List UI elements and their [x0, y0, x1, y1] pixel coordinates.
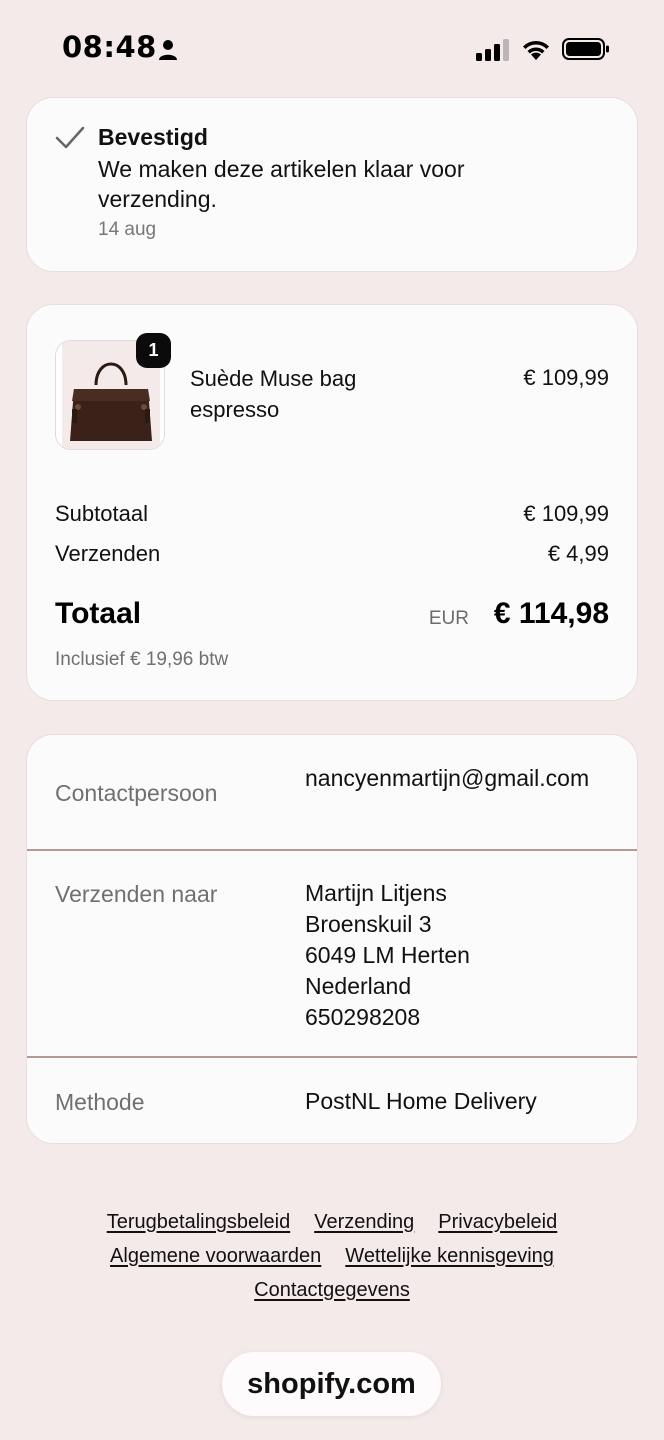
terms-link[interactable]: Algemene voorwaarden	[110, 1245, 321, 1268]
status-time: 08:48	[62, 30, 157, 64]
total-currency: EUR	[428, 608, 469, 629]
address-name: Martijn Litjens	[305, 880, 447, 906]
person-icon	[159, 40, 177, 60]
total-value: € 114,98	[493, 597, 609, 630]
refund-policy-link[interactable]: Terugbetalingsbeleid	[107, 1211, 290, 1234]
wifi-icon	[523, 40, 549, 60]
total-label: Totaal	[55, 597, 142, 630]
divider	[27, 849, 637, 851]
address-country: Nederland	[305, 973, 412, 999]
confirmation-title: Bevestigd	[98, 124, 208, 150]
ship-to-label: Verzenden naar	[55, 881, 218, 907]
order-summary-card: 1 Suède Muse bag espresso € 109,99 Subto…	[27, 305, 637, 700]
address-phone: 650298208	[305, 1004, 421, 1030]
shipping-address: Martijn Litjens Broenskuil 3 6049 LM Her…	[305, 878, 615, 1033]
quantity-badge: 1	[136, 333, 171, 368]
shipping-policy-link[interactable]: Verzending	[314, 1211, 414, 1234]
address-street: Broenskuil 3	[305, 911, 432, 937]
product-price: € 109,99	[523, 365, 609, 390]
tax-note: Inclusief € 19,96 btw	[55, 649, 229, 670]
divider	[27, 1056, 637, 1058]
contact-label: Contactpersoon	[55, 780, 218, 806]
confirmation-date: 14 aug	[98, 219, 157, 240]
cellular-signal-icon	[476, 39, 509, 61]
subtotal-label: Subtotaal	[55, 501, 148, 526]
status-bar: 08:48	[0, 0, 664, 98]
footer-links: Terugbetalingsbeleid Verzending Privacyb…	[0, 1205, 664, 1307]
shipping-label: Verzenden	[55, 541, 161, 566]
subtotal-value: € 109,99	[523, 501, 609, 526]
shipping-value: € 4,99	[547, 541, 609, 566]
confirmation-text: We maken deze artikelen klaar voor verze…	[98, 156, 465, 212]
confirmation-card: Bevestigd We maken deze artikelen klaar …	[27, 98, 637, 271]
method-label: Methode	[55, 1089, 145, 1115]
order-details-card: Contactpersoon nancyenmartijn@gmail.com …	[27, 735, 637, 1143]
battery-icon	[562, 38, 609, 60]
contact-info-link[interactable]: Contactgegevens	[254, 1279, 410, 1302]
privacy-policy-link[interactable]: Privacybeleid	[438, 1211, 557, 1234]
contact-value: nancyenmartijn@gmail.com	[305, 765, 590, 791]
legal-notice-link[interactable]: Wettelijke kennisgeving	[345, 1245, 554, 1268]
address-city: 6049 LM Herten	[305, 942, 470, 968]
method-value: PostNL Home Delivery	[305, 1088, 537, 1114]
checkmark-icon	[55, 126, 85, 149]
product-name: Suède Muse bag espresso	[190, 366, 357, 422]
shopify-link[interactable]: shopify.com	[222, 1352, 441, 1416]
